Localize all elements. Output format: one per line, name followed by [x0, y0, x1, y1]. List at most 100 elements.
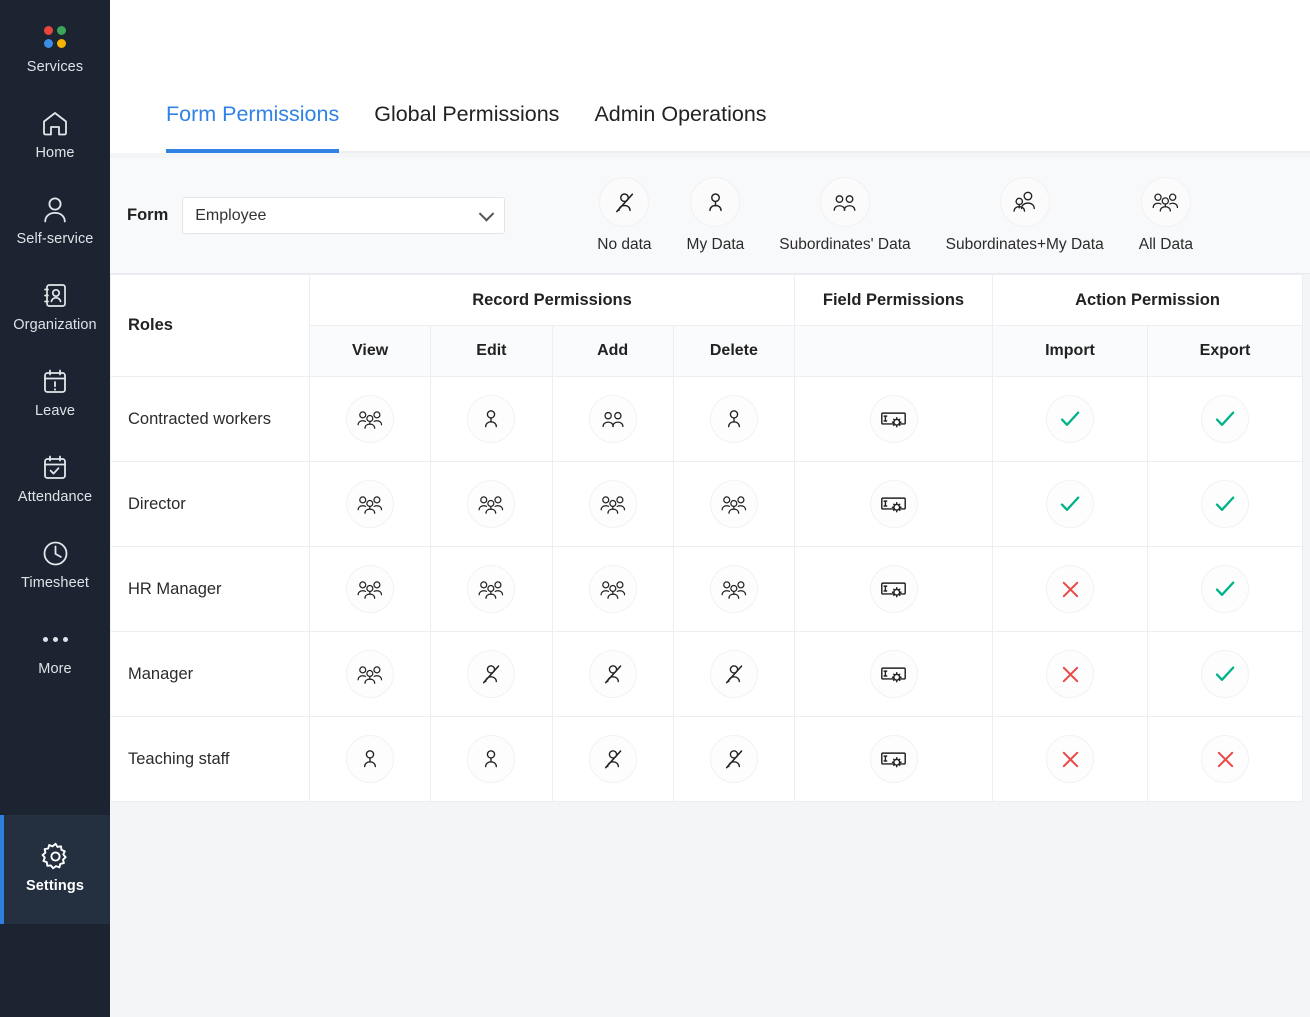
legend-item-no-data[interactable]: No data [597, 177, 652, 254]
single-person-icon [346, 735, 395, 783]
permission-cell-field-permissions[interactable] [794, 376, 993, 462]
table-group-header-row: Roles Record Permissions Field Permissio… [110, 274, 1303, 377]
tab-bar: Form Permissions Global Permissions Admi… [110, 0, 1310, 153]
permission-cell-import[interactable] [992, 631, 1148, 717]
group-header-field-permissions: Field Permissions [794, 274, 993, 326]
permission-cell-export[interactable] [1147, 546, 1303, 632]
permission-cell-export[interactable] [1147, 631, 1303, 717]
sidebar-item-settings[interactable]: Settings [0, 815, 110, 924]
permission-cell-export[interactable] [1147, 376, 1303, 462]
legend-item-subordinates-data[interactable]: Subordinates' Data [779, 177, 911, 254]
permission-cell-field-permissions[interactable] [794, 546, 993, 632]
sidebar-item-label: Self-service [16, 231, 94, 247]
column-header-export: Export [1147, 325, 1303, 377]
permission-cell-import[interactable] [992, 546, 1148, 632]
legend-item-subordinates-plus-my-data[interactable]: Subordinates+My Data [946, 177, 1104, 254]
permission-cell-field-permissions[interactable] [794, 716, 993, 802]
form-toolbar: Form Employee No data My Data Subordinat… [110, 158, 1310, 274]
legend-item-all-data[interactable]: All Data [1139, 177, 1193, 254]
person-slashed-icon [709, 735, 758, 783]
legend-label: Subordinates' Data [779, 236, 911, 253]
permission-cell-add[interactable] [551, 461, 674, 547]
table-row: HR Manager [110, 546, 1303, 632]
field-settings-icon [869, 395, 918, 443]
single-person-icon [709, 395, 758, 443]
organization-badge-icon [42, 280, 69, 310]
cross-icon [1046, 650, 1094, 698]
role-name-cell: HR Manager [110, 546, 310, 632]
permission-cell-view[interactable] [308, 631, 432, 717]
sidebar-item-organization[interactable]: Organization [0, 271, 110, 343]
three-people-icon [346, 650, 395, 698]
permission-cell-export[interactable] [1147, 461, 1303, 547]
permission-cell-export[interactable] [1147, 716, 1303, 802]
two-people-offset-icon [999, 177, 1050, 227]
permission-cell-import[interactable] [992, 461, 1148, 547]
three-people-icon [709, 565, 758, 613]
group-header-action-permission: Action Permission [992, 274, 1303, 326]
three-people-icon [346, 480, 395, 528]
three-people-icon [588, 565, 637, 613]
person-slashed-icon [709, 650, 758, 698]
column-header-import: Import [992, 325, 1148, 377]
sidebar-item-label: Services [26, 59, 84, 75]
permission-cell-view[interactable] [308, 461, 432, 547]
sidebar-item-attendance[interactable]: Attendance [0, 443, 110, 515]
person-slashed-icon [588, 650, 637, 698]
field-settings-icon [869, 735, 918, 783]
sidebar-item-home[interactable]: Home [0, 99, 110, 171]
legend-label: No data [597, 236, 652, 253]
permission-cell-edit[interactable] [430, 376, 553, 462]
permission-cell-edit[interactable] [430, 461, 553, 547]
sidebar-item-timesheet[interactable]: Timesheet [0, 529, 110, 601]
tab-global-permissions[interactable]: Global Permissions [374, 102, 559, 153]
permission-cell-edit[interactable] [430, 716, 553, 802]
permission-cell-add[interactable] [551, 546, 674, 632]
group-header-record-permissions: Record Permissions [309, 274, 795, 326]
column-header-add: Add [551, 325, 674, 377]
single-person-icon [690, 177, 741, 227]
tab-form-permissions[interactable]: Form Permissions [166, 102, 340, 153]
permission-cell-import[interactable] [992, 376, 1148, 462]
field-settings-icon [869, 565, 918, 613]
permission-cell-view[interactable] [308, 716, 432, 802]
sidebar-item-more[interactable]: More [0, 615, 110, 687]
services-dots-icon [44, 22, 66, 52]
permission-cell-edit[interactable] [430, 631, 553, 717]
check-icon [1201, 565, 1249, 613]
permissions-panel: Form Employee No data My Data Subordinat… [110, 153, 1310, 802]
sidebar: Services Home Self-service Organization … [0, 0, 110, 1017]
sidebar-item-self-service[interactable]: Self-service [0, 185, 110, 257]
table-head: Roles Record Permissions Field Permissio… [110, 274, 1303, 377]
form-select-value: Employee [195, 206, 267, 224]
cross-icon [1046, 565, 1094, 613]
permission-cell-add[interactable] [551, 716, 674, 802]
permission-cell-add[interactable] [551, 376, 674, 462]
sidebar-item-leave[interactable]: Leave [0, 357, 110, 429]
permission-cell-import[interactable] [992, 716, 1148, 802]
permission-cell-field-permissions[interactable] [794, 631, 993, 717]
form-label: Form [127, 206, 169, 224]
permission-cell-add[interactable] [551, 631, 674, 717]
permission-cell-delete[interactable] [672, 546, 796, 632]
permission-cell-delete[interactable] [672, 461, 796, 547]
table-row: Contracted workers [110, 376, 1303, 462]
person-icon [42, 194, 68, 224]
form-select[interactable]: Employee [182, 197, 506, 234]
single-person-icon [467, 735, 516, 783]
two-people-icon [819, 177, 870, 227]
permission-cell-field-permissions[interactable] [794, 461, 993, 547]
permission-cell-edit[interactable] [430, 546, 553, 632]
check-icon [1046, 395, 1094, 443]
permission-cell-delete[interactable] [672, 631, 796, 717]
permission-cell-delete[interactable] [672, 376, 796, 462]
tab-admin-operations[interactable]: Admin Operations [594, 102, 766, 153]
permission-cell-view[interactable] [308, 376, 432, 462]
sidebar-item-label: Attendance [17, 489, 93, 505]
role-name-cell: Manager [110, 631, 310, 717]
legend-item-my-data[interactable]: My Data [687, 177, 744, 254]
permission-cell-view[interactable] [308, 546, 432, 632]
sidebar-item-services[interactable]: Services [0, 18, 110, 85]
permission-cell-delete[interactable] [672, 716, 796, 802]
person-slashed-icon [599, 177, 650, 227]
